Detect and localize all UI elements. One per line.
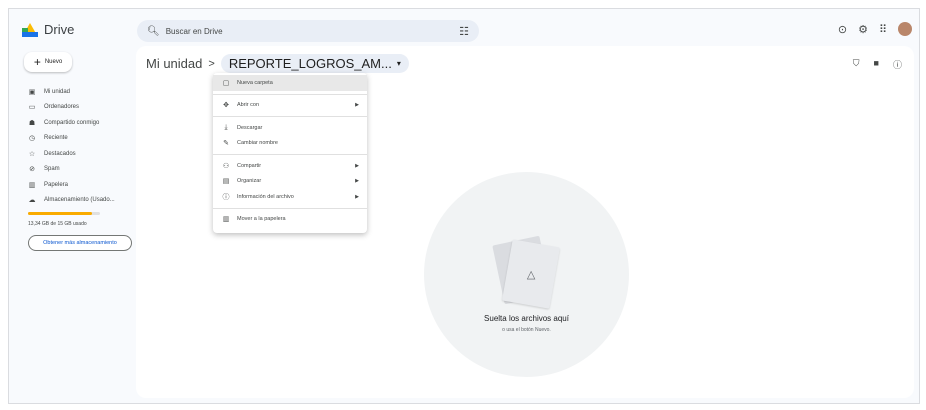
sidebar-item-starred[interactable]: ☆ Destacados (28, 146, 138, 162)
storage-bar-fill (28, 212, 93, 215)
sidebar: ▣ Mi unidad ▭ Ordenadores ☗ Compartido c… (28, 84, 138, 251)
menu-item-file-info[interactable]: ⓘ Información del archivo ▶ (213, 189, 367, 205)
breadcrumb-current-label: REPORTE_LOGROS_AM... (228, 56, 392, 71)
menu-item-organize[interactable]: ▤ Organizar ▶ (213, 174, 367, 190)
menu-item-label: Organizar (237, 178, 262, 185)
menu-item-label: Abrir con (237, 102, 260, 109)
filter-icon[interactable]: ⛉ (853, 58, 860, 71)
info-icon[interactable]: ⓘ (893, 58, 902, 71)
chevron-down-icon: ▾ (396, 59, 401, 68)
top-right-icons: ⊙ ⚙ ⠿ (838, 22, 912, 36)
menu-item-label: Nueva carpeta (237, 79, 273, 86)
submenu-arrow-icon: ▶ (355, 178, 359, 185)
help-icon[interactable]: ⊙ (838, 23, 847, 36)
new-folder-icon: ▢ (222, 79, 230, 87)
menu-item-label: Mover a la papelera (237, 216, 286, 223)
settings-icon[interactable]: ⚙ (858, 23, 868, 36)
trash-icon: ▥ (222, 216, 230, 224)
submenu-arrow-icon: ▶ (355, 102, 359, 109)
menu-item-label: Cambiar nombre (237, 140, 278, 147)
spam-icon: ⊘ (29, 166, 35, 174)
storage-bar (28, 212, 100, 215)
search-placeholder: Buscar en Drive (165, 26, 223, 36)
my-drive-icon: ▣ (28, 88, 36, 96)
sidebar-item-spam[interactable]: ⊘ Spam (28, 162, 138, 178)
menu-divider (213, 207, 367, 209)
cloud-icon: ☁ (28, 197, 36, 205)
organize-icon: ▤ (222, 178, 230, 186)
breadcrumb: Mi unidad > REPORTE_LOGROS_AM... ▾ (146, 54, 409, 73)
menu-item-share[interactable]: ⚇ Compartir ▶ (213, 158, 367, 174)
star-icon: ☆ (28, 150, 36, 158)
search-input[interactable]: 🔍︎ Buscar en Drive ☷ (137, 20, 479, 42)
sidebar-item-shared[interactable]: ☗ Compartido conmigo (28, 115, 138, 131)
storage-usage-text: 13,34 GB de 15 GB usado (28, 221, 87, 227)
drive-logo[interactable]: Drive (22, 22, 74, 37)
drive-logo-icon (22, 22, 38, 37)
sidebar-item-computers[interactable]: ▭ Ordenadores (28, 100, 138, 116)
sidebar-item-label: Almacenamiento (Usado... (44, 197, 115, 204)
empty-state-title: Suelta los archivos aquí (484, 314, 569, 323)
sidebar-item-label: Mi unidad (44, 88, 71, 95)
breadcrumb-separator: > (208, 57, 215, 70)
breadcrumb-root[interactable]: Mi unidad (146, 56, 202, 71)
view-options: ⛉ ■ ⓘ (853, 58, 902, 71)
sidebar-item-my-drive[interactable]: ▣ Mi unidad (28, 84, 138, 100)
context-menu: ▢ Nueva carpeta ✥ Abrir con ▶ ⤓ Descarga… (213, 73, 367, 233)
sidebar-item-label: Destacados (44, 150, 76, 157)
sidebar-item-recent[interactable]: ◷ Reciente (28, 131, 138, 147)
app-name: Drive (44, 22, 75, 37)
sidebar-item-trash[interactable]: ▥ Papelera (28, 177, 138, 193)
menu-item-rename[interactable]: ✎ Cambiar nombre (213, 136, 367, 152)
menu-item-label: Información del archivo (237, 193, 294, 200)
shared-icon: ☗ (28, 119, 36, 127)
sidebar-item-label: Compartido conmigo (44, 119, 100, 126)
download-icon: ⤓ (224, 123, 228, 131)
sidebar-item-label: Papelera (44, 181, 69, 188)
menu-item-download[interactable]: ⤓ Descargar (213, 120, 367, 136)
trash-icon: ▥ (28, 181, 36, 189)
list-view-icon[interactable]: ■ (874, 58, 879, 71)
menu-item-new-folder[interactable]: ▢ Nueva carpeta (213, 75, 367, 91)
empty-state-subtitle: o usa el botón Nuevo. (502, 327, 551, 333)
search-options-icon[interactable]: ☷ (459, 25, 469, 38)
sidebar-item-label: Ordenadores (44, 104, 80, 111)
info-icon: ⓘ (222, 193, 230, 201)
avatar[interactable] (898, 22, 912, 36)
get-more-storage-button[interactable]: Obtener más almacenamiento (28, 235, 132, 251)
breadcrumb-current-folder[interactable]: REPORTE_LOGROS_AM... ▾ (220, 54, 409, 73)
menu-divider (213, 116, 367, 117)
menu-item-move-to-trash[interactable]: ▥ Mover a la papelera (213, 212, 367, 228)
share-icon: ⚇ (222, 162, 230, 170)
plus-icon: + (33, 55, 41, 69)
submenu-arrow-icon: ▶ (355, 193, 359, 200)
submenu-arrow-icon: ▶ (355, 162, 359, 169)
sidebar-item-storage[interactable]: ☁ Almacenamiento (Usado... (28, 193, 138, 209)
search-icon: 🔍︎ (147, 25, 160, 37)
sidebar-item-label: Spam (44, 166, 60, 173)
menu-item-label: Descargar (237, 124, 263, 131)
open-with-icon: ✥ (223, 102, 229, 110)
new-button-label: Nuevo (44, 59, 63, 65)
menu-divider (213, 93, 367, 95)
menu-divider (213, 154, 367, 155)
sidebar-item-label: Reciente (44, 135, 68, 142)
menu-item-open-with[interactable]: ✥ Abrir con ▶ (213, 98, 367, 114)
menu-item-label: Compartir (237, 162, 262, 169)
apps-grid-icon[interactable]: ⠿ (879, 23, 887, 36)
rename-icon: ✎ (223, 140, 229, 148)
drive-triangle-icon: △ (526, 268, 536, 281)
new-button[interactable]: + Nuevo (24, 52, 72, 72)
clock-icon: ◷ (28, 135, 36, 143)
computer-icon: ▭ (28, 104, 36, 112)
